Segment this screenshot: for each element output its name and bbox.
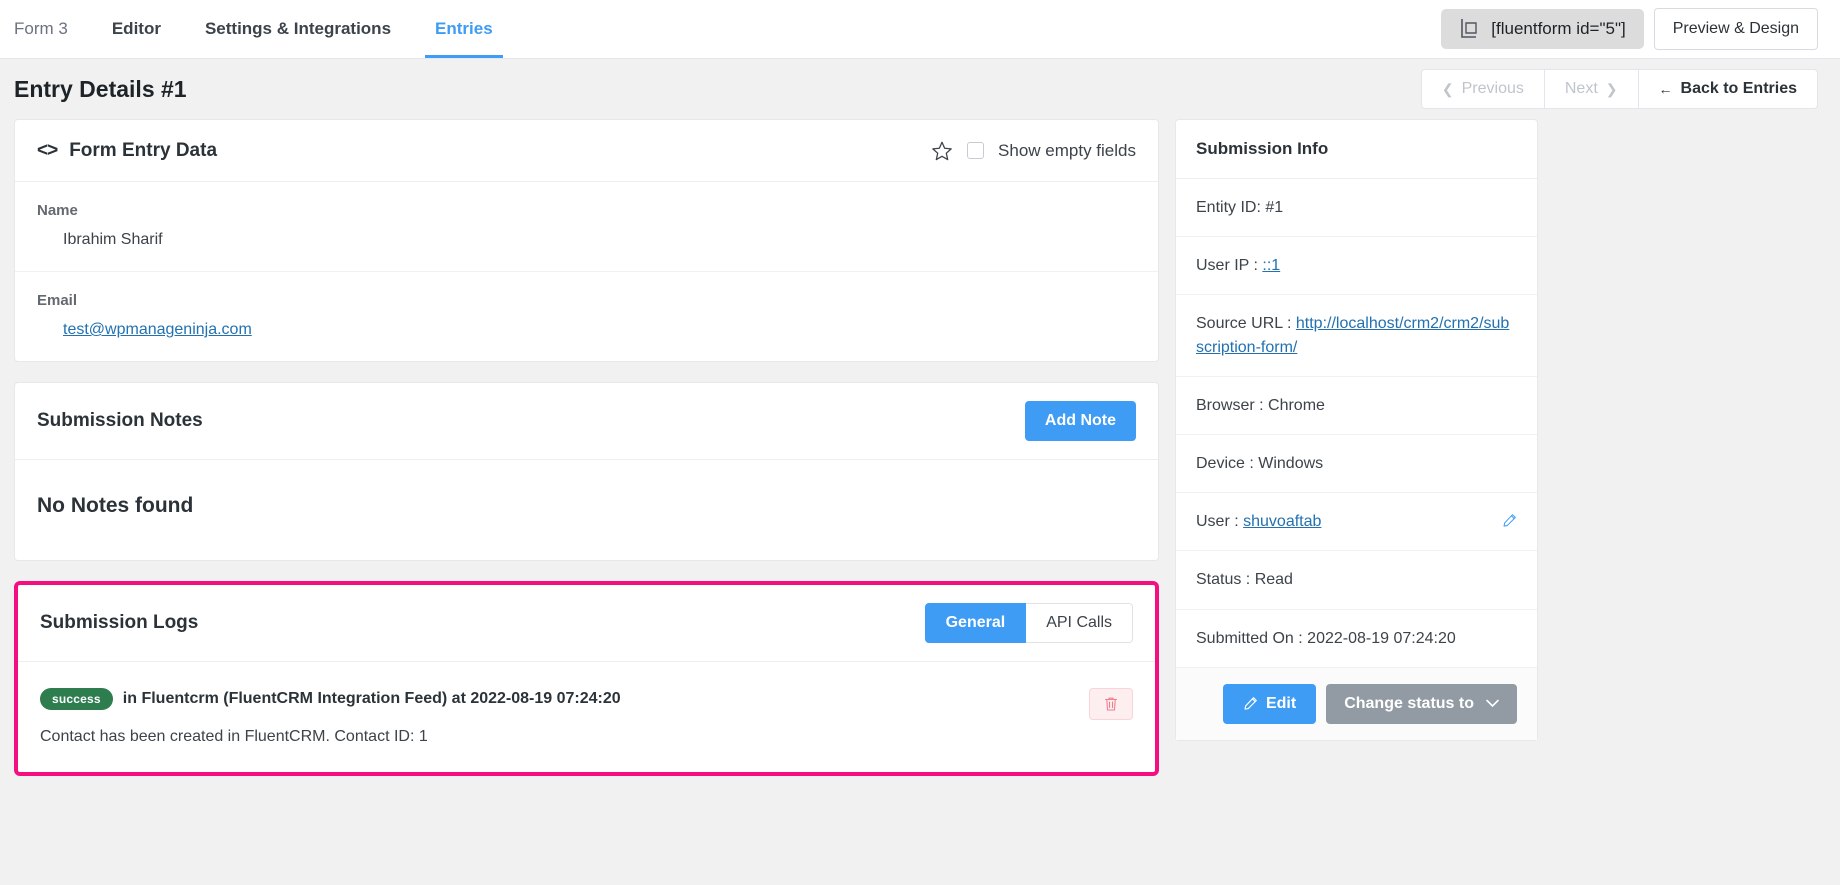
next-entry-label: Next xyxy=(1565,80,1598,98)
back-to-entries-label: Back to Entries xyxy=(1681,80,1797,98)
form-title: Form 3 xyxy=(0,0,90,58)
arrow-left-icon: ← xyxy=(1659,81,1673,97)
no-notes-found-text: No Notes found xyxy=(37,494,1136,518)
back-to-entries-button[interactable]: ← Back to Entries xyxy=(1639,69,1818,109)
email-link[interactable]: test@wpmanageninja.com xyxy=(63,321,252,338)
log-entry-header-text: in Fluentcrm (FluentCRM Integration Feed… xyxy=(123,690,621,708)
submission-notes-body: No Notes found xyxy=(15,460,1158,560)
chevron-down-icon xyxy=(1486,699,1499,708)
page-title: Entry Details #1 xyxy=(14,76,187,103)
info-row-text: Submitted On : 2022-08-19 07:24:20 xyxy=(1196,627,1517,650)
chevron-left-icon: ❮ xyxy=(1442,81,1454,98)
info-row-device: Device : Windows xyxy=(1176,435,1537,493)
edit-entry-label: Edit xyxy=(1266,695,1296,713)
entry-field-label: Name xyxy=(37,202,1136,219)
info-row-user-ip: User IP : ::1 xyxy=(1176,237,1537,295)
previous-entry-button[interactable]: ❮ Previous xyxy=(1421,69,1545,109)
entry-navigation-actions: ❮ Previous Next ❯ ← Back to Entries xyxy=(1421,69,1818,109)
submission-notes-title: Submission Notes xyxy=(37,410,203,432)
tab-settings-integrations[interactable]: Settings & Integrations xyxy=(183,0,413,58)
submission-info-card: Submission Info Entity ID: #1 User IP : … xyxy=(1175,119,1538,741)
log-entry-detail: Contact has been created in FluentCRM. C… xyxy=(40,728,1089,746)
info-row-text: Browser : Chrome xyxy=(1196,394,1517,417)
star-icon[interactable] xyxy=(931,140,953,162)
preview-design-button[interactable]: Preview & Design xyxy=(1654,8,1818,50)
entry-field-row: Name Ibrahim Sharif xyxy=(15,182,1158,272)
form-entry-data-card: <> Form Entry Data Show empty fields Nam… xyxy=(14,119,1159,362)
log-entry-row: success in Fluentcrm (FluentCRM Integrat… xyxy=(18,662,1155,772)
info-row-entity-id: Entity ID: #1 xyxy=(1176,179,1537,237)
log-entry-body: success in Fluentcrm (FluentCRM Integrat… xyxy=(40,688,1089,746)
info-row-text: User IP : ::1 xyxy=(1196,254,1517,277)
page-header: Entry Details #1 ❮ Previous Next ❯ ← Bac… xyxy=(0,59,1840,119)
tab-api-calls[interactable]: API Calls xyxy=(1026,603,1133,643)
info-row-text: Entity ID: #1 xyxy=(1196,196,1517,219)
trash-icon xyxy=(1103,696,1119,712)
show-empty-fields-checkbox[interactable] xyxy=(967,142,984,159)
nav-tabs: Form 3 Editor Settings & Integrations En… xyxy=(0,0,515,58)
form-entry-data-header-actions: Show empty fields xyxy=(931,140,1136,162)
shortcode-icon xyxy=(1459,18,1479,40)
info-row-user: User : shuvoaftab xyxy=(1176,493,1537,551)
add-note-button[interactable]: Add Note xyxy=(1025,401,1136,441)
info-row-text: Device : Windows xyxy=(1196,452,1517,475)
info-row-submitted-on: Submitted On : 2022-08-19 07:24:20 xyxy=(1176,610,1537,668)
user-link[interactable]: shuvoaftab xyxy=(1243,513,1321,530)
submission-info-title: Submission Info xyxy=(1176,120,1537,179)
chevron-right-icon: ❯ xyxy=(1606,81,1618,98)
user-ip-link[interactable]: ::1 xyxy=(1262,257,1280,274)
delete-log-button[interactable] xyxy=(1089,688,1133,720)
submission-notes-header: Submission Notes Add Note xyxy=(15,383,1158,460)
shortcode-text: [fluentform id="5"] xyxy=(1491,19,1625,39)
pencil-icon[interactable] xyxy=(1502,513,1517,528)
entry-field-label: Email xyxy=(37,292,1136,309)
change-status-label: Change status to xyxy=(1344,695,1474,713)
top-navigation-bar: Form 3 Editor Settings & Integrations En… xyxy=(0,0,1840,59)
info-row-text: User : shuvoaftab xyxy=(1196,510,1494,533)
form-entry-data-header: <> Form Entry Data Show empty fields xyxy=(15,120,1158,182)
next-entry-button[interactable]: Next ❯ xyxy=(1545,69,1639,109)
submission-logs-title: Submission Logs xyxy=(40,612,198,634)
content-layout: <> Form Entry Data Show empty fields Nam… xyxy=(0,119,1840,776)
entry-field-value: Ibrahim Sharif xyxy=(37,231,1136,249)
pencil-icon xyxy=(1243,696,1258,711)
submission-notes-card: Submission Notes Add Note No Notes found xyxy=(14,382,1159,561)
entry-field-row: Email test@wpmanageninja.com xyxy=(15,272,1158,361)
submission-logs-card: Submission Logs General API Calls succes… xyxy=(14,581,1159,776)
tab-entries[interactable]: Entries xyxy=(413,0,515,58)
topbar-actions: [fluentform id="5"] Preview & Design xyxy=(1441,8,1818,50)
change-status-dropdown[interactable]: Change status to xyxy=(1326,684,1517,724)
info-row-status: Status : Read xyxy=(1176,551,1537,609)
log-tab-group: General API Calls xyxy=(925,603,1133,643)
info-row-browser: Browser : Chrome xyxy=(1176,377,1537,435)
previous-entry-label: Previous xyxy=(1462,80,1524,98)
submission-info-footer: Edit Change status to xyxy=(1176,668,1537,740)
form-entry-data-title: <> Form Entry Data xyxy=(37,140,217,162)
info-row-text: Source URL : http://localhost/crm2/crm2/… xyxy=(1196,312,1517,358)
code-icon: <> xyxy=(37,140,57,162)
edit-entry-button[interactable]: Edit xyxy=(1223,684,1316,724)
tab-general[interactable]: General xyxy=(925,603,1027,643)
info-row-text: Status : Read xyxy=(1196,568,1517,591)
status-badge: success xyxy=(40,688,113,710)
main-column: <> Form Entry Data Show empty fields Nam… xyxy=(14,119,1159,776)
show-empty-fields-label: Show empty fields xyxy=(998,141,1136,161)
log-entry-header: success in Fluentcrm (FluentCRM Integrat… xyxy=(40,688,1089,710)
sidebar-column: Submission Info Entity ID: #1 User IP : … xyxy=(1175,119,1538,741)
shortcode-badge[interactable]: [fluentform id="5"] xyxy=(1441,9,1643,49)
entry-field-value: test@wpmanageninja.com xyxy=(37,321,1136,339)
form-entry-data-title-text: Form Entry Data xyxy=(69,140,217,162)
tab-editor[interactable]: Editor xyxy=(90,0,183,58)
submission-logs-header: Submission Logs General API Calls xyxy=(18,585,1155,662)
info-row-source-url: Source URL : http://localhost/crm2/crm2/… xyxy=(1176,295,1537,376)
